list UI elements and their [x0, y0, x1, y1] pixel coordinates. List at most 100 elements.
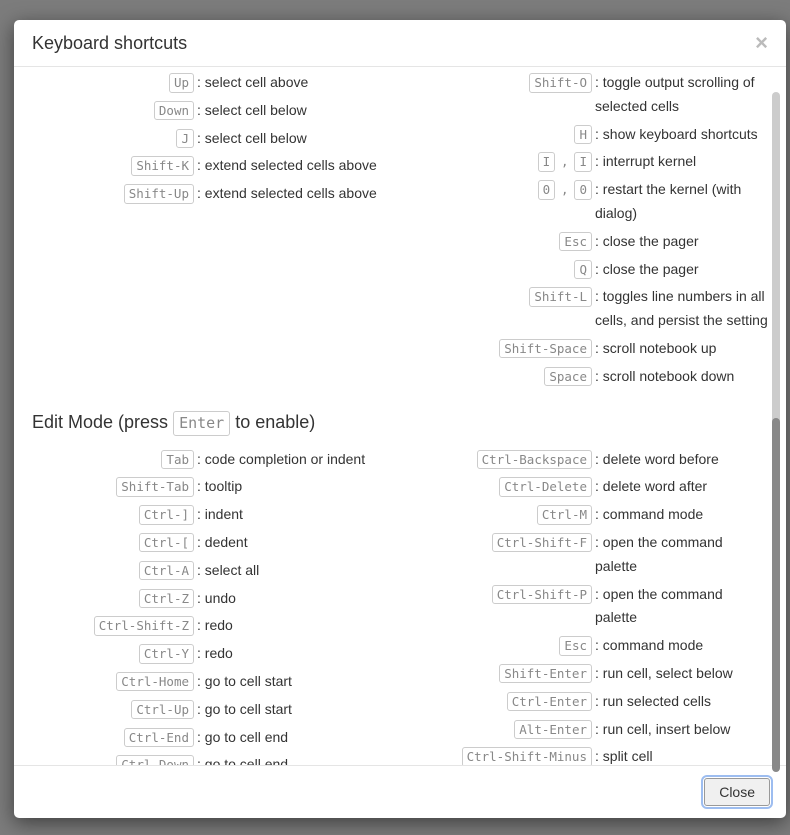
key: Shift-K — [131, 156, 194, 176]
key: Ctrl-Delete — [499, 477, 592, 497]
key: Shift-Tab — [116, 477, 194, 497]
shortcut-description: : show keyboard shortcuts — [595, 123, 768, 147]
key: Ctrl-Z — [139, 589, 194, 609]
shortcut-description: : command mode — [595, 503, 768, 527]
modal-footer: Close — [14, 765, 786, 818]
shortcut-description: : select cell below — [197, 127, 400, 151]
shortcut-row: Ctrl-Delete: delete word after — [400, 475, 768, 499]
shortcut-keys: Shift-Tab — [32, 475, 197, 499]
shortcut-keys: Ctrl-A — [32, 559, 197, 583]
key: Esc — [559, 636, 592, 656]
key: Shift-O — [529, 73, 592, 93]
edit-mode-heading: Edit Mode (press Enter to enable) — [32, 411, 768, 436]
key: Shift-Enter — [499, 664, 592, 684]
key: Ctrl-Shift-F — [492, 533, 592, 553]
key: Ctrl-[ — [139, 533, 194, 553]
key: Ctrl-] — [139, 505, 194, 525]
shortcut-row: Tab: code completion or indent — [32, 448, 400, 472]
edit-mode-shortcuts: Tab: code completion or indentShift-Tab:… — [32, 444, 768, 765]
shortcut-row: Up: select cell above — [32, 71, 400, 95]
key: Ctrl-Shift-Minus — [462, 747, 592, 765]
shortcut-description: : undo — [197, 587, 400, 611]
shortcut-keys: Shift-Up — [32, 182, 197, 206]
shortcut-row: Ctrl-Home: go to cell start — [32, 670, 400, 694]
shortcut-row: Shift-Up: extend selected cells above — [32, 182, 400, 206]
shortcut-keys: Ctrl-Shift-Z — [32, 614, 197, 638]
scrollbar-thumb[interactable] — [772, 418, 780, 772]
shortcut-row: H: show keyboard shortcuts — [400, 123, 768, 147]
shortcut-keys: Alt-Enter — [400, 718, 595, 742]
key: Ctrl-Down — [116, 755, 194, 765]
shortcut-keys: Ctrl-Enter — [400, 690, 595, 714]
shortcut-description: : go to cell start — [197, 698, 400, 722]
close-button[interactable]: Close — [704, 778, 770, 806]
key: Esc — [559, 232, 592, 252]
shortcut-description: : delete word after — [595, 475, 768, 499]
shortcut-description: : extend selected cells above — [197, 154, 400, 178]
shortcut-keys: Down — [32, 99, 197, 123]
shortcut-keys: Shift-Enter — [400, 662, 595, 686]
shortcut-keys: Ctrl-] — [32, 503, 197, 527]
shortcut-description: : extend selected cells above — [197, 182, 400, 206]
shortcut-row: Ctrl-End: go to cell end — [32, 726, 400, 750]
shortcut-description: : go to cell end — [197, 753, 400, 765]
shortcut-row: Ctrl-Shift-Minus: split cell — [400, 745, 768, 765]
shortcut-keys: Ctrl-Delete — [400, 475, 595, 499]
shortcut-row: Ctrl-Up: go to cell start — [32, 698, 400, 722]
shortcut-row: Ctrl-A: select all — [32, 559, 400, 583]
shortcut-description: : run selected cells — [595, 690, 768, 714]
shortcut-keys: Up — [32, 71, 197, 95]
key: 0 — [574, 180, 592, 200]
shortcut-keys: Space — [400, 365, 595, 389]
shortcut-description: : code completion or indent — [197, 448, 400, 472]
shortcut-row: Ctrl-Shift-P: open the command palette — [400, 583, 768, 631]
shortcut-keys: Ctrl-End — [32, 726, 197, 750]
shortcut-description: : scroll notebook up — [595, 337, 768, 361]
key: Tab — [161, 450, 194, 470]
shortcut-row: Shift-Tab: tooltip — [32, 475, 400, 499]
key: I — [538, 152, 556, 172]
key: Shift-L — [529, 287, 592, 307]
shortcut-row: Ctrl-Enter: run selected cells — [400, 690, 768, 714]
shortcut-description: : restart the kernel (with dialog) — [595, 178, 768, 226]
shortcut-row: Ctrl-]: indent — [32, 503, 400, 527]
shortcut-keys: Shift-K — [32, 154, 197, 178]
shortcut-row: Ctrl-Shift-Z: redo — [32, 614, 400, 638]
shortcut-description: : interrupt kernel — [595, 150, 768, 174]
shortcut-keys: Q — [400, 258, 595, 282]
shortcut-row: Ctrl-Backspace: delete word before — [400, 448, 768, 472]
shortcut-description: : go to cell end — [197, 726, 400, 750]
shortcut-keys: Esc — [400, 230, 595, 254]
shortcut-keys: Shift-O — [400, 71, 595, 95]
modal-title: Keyboard shortcuts — [32, 33, 187, 54]
shortcut-row: I , I: interrupt kernel — [400, 150, 768, 174]
modal-body[interactable]: Up: select cell above Down: select cell b… — [14, 67, 786, 765]
close-icon[interactable]: × — [755, 32, 768, 54]
shortcut-description: : tooltip — [197, 475, 400, 499]
shortcut-row: Ctrl-Y: redo — [32, 642, 400, 666]
keyboard-shortcuts-modal: Keyboard shortcuts × Up: select cell abo… — [14, 20, 786, 818]
shortcut-row: Ctrl-Z: undo — [32, 587, 400, 611]
key: J — [176, 129, 194, 149]
shortcut-row: Shift-O: toggle output scrolling of sele… — [400, 71, 768, 119]
key: I — [574, 152, 592, 172]
shortcut-row: Shift-L: toggles line numbers in all cel… — [400, 285, 768, 333]
shortcut-description: : scroll notebook down — [595, 365, 768, 389]
shortcut-description: : toggles line numbers in all cells, and… — [595, 285, 768, 333]
shortcut-row: Down: select cell below — [32, 99, 400, 123]
shortcut-keys: Ctrl-Backspace — [400, 448, 595, 472]
shortcut-keys: Ctrl-Y — [32, 642, 197, 666]
key-separator: , — [559, 154, 571, 169]
key: Ctrl-Up — [131, 700, 194, 720]
shortcut-keys: Ctrl-Down — [32, 753, 197, 765]
shortcut-row: 0 , 0: restart the kernel (with dialog) — [400, 178, 768, 226]
shortcut-description: : redo — [197, 642, 400, 666]
key: H — [574, 125, 592, 145]
key: Shift-Up — [124, 184, 194, 204]
shortcut-row: Esc: command mode — [400, 634, 768, 658]
shortcut-description: : close the pager — [595, 230, 768, 254]
shortcut-row: Ctrl-M: command mode — [400, 503, 768, 527]
key: Ctrl-M — [537, 505, 592, 525]
shortcut-row: Ctrl-Down: go to cell end — [32, 753, 400, 765]
shortcut-keys: Ctrl-Z — [32, 587, 197, 611]
